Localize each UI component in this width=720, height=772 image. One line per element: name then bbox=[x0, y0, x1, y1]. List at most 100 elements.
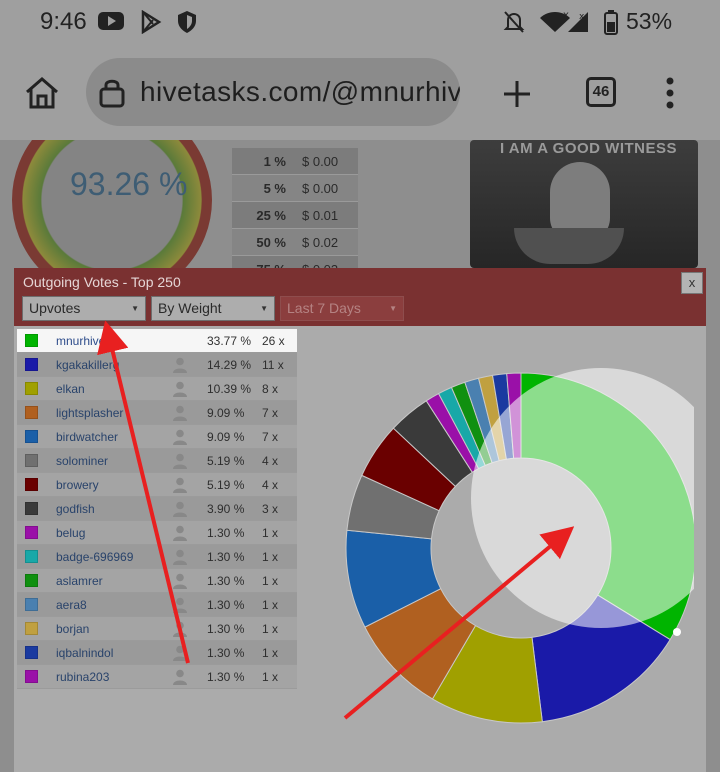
votes-donut-chart bbox=[345, 368, 694, 724]
user-icon[interactable] bbox=[166, 569, 196, 593]
voter-name-link[interactable]: kgakakillerg bbox=[56, 358, 166, 372]
plus-icon[interactable] bbox=[502, 79, 532, 109]
sort-select[interactable]: By Weight ▼ bbox=[151, 296, 275, 321]
lock-icon bbox=[99, 79, 125, 108]
user-icon[interactable] bbox=[166, 401, 196, 425]
voter-name-link[interactable]: belug bbox=[56, 526, 166, 540]
user-icon[interactable] bbox=[166, 665, 196, 689]
list-item[interactable]: rubina203 1.30 % 1 x bbox=[17, 665, 297, 689]
user-icon[interactable] bbox=[166, 521, 196, 545]
vote-percent: 9.09 % bbox=[207, 429, 245, 444]
voter-name-link[interactable]: rubina203 bbox=[56, 670, 166, 684]
voter-name-link[interactable]: mnurhiver bbox=[56, 334, 166, 348]
tab-switcher-button[interactable]: 46 bbox=[586, 77, 616, 107]
more-icon[interactable] bbox=[664, 76, 676, 110]
vote-count: 1 x bbox=[262, 573, 279, 588]
vote-percent: 5.19 % bbox=[207, 453, 245, 468]
list-item[interactable]: elkan 10.39 % 8 x bbox=[17, 377, 297, 401]
list-item[interactable]: lightsplasher 9.09 % 7 x bbox=[17, 401, 297, 425]
vote-count: 1 x bbox=[262, 645, 279, 660]
list-item[interactable]: belug 1.30 % 1 x bbox=[17, 521, 297, 545]
vote-percent: 5.19 % bbox=[207, 477, 245, 492]
voter-name-link[interactable]: aera8 bbox=[56, 598, 166, 612]
vote-percent: 1.30 % bbox=[207, 573, 245, 588]
list-item[interactable]: mnurhiver 33.77 % 26 x bbox=[17, 329, 297, 353]
vote-percent: 3.90 % bbox=[207, 501, 245, 516]
user-icon[interactable] bbox=[166, 593, 196, 617]
user-icon[interactable] bbox=[166, 545, 196, 569]
voter-name-link[interactable]: godfish bbox=[56, 502, 166, 516]
list-item[interactable]: solominer 5.19 % 4 x bbox=[17, 449, 297, 473]
color-swatch bbox=[25, 454, 38, 467]
list-item[interactable]: badge-696969 1.30 % 1 x bbox=[17, 545, 297, 569]
period-select: Last 7 Days ▼ bbox=[280, 296, 404, 321]
voter-name-link[interactable]: elkan bbox=[56, 382, 166, 396]
color-swatch bbox=[25, 502, 38, 515]
list-item[interactable]: aslamrer 1.30 % 1 x bbox=[17, 569, 297, 593]
voter-name-link[interactable]: badge-696969 bbox=[56, 550, 166, 564]
list-item[interactable]: browery 5.19 % 4 x bbox=[17, 473, 297, 497]
battery-icon bbox=[604, 10, 618, 35]
vote-count: 11 x bbox=[262, 357, 284, 372]
vote-count: 1 x bbox=[262, 621, 279, 636]
vote-type-select[interactable]: Upvotes ▼ bbox=[22, 296, 146, 321]
vote-percent: 1.30 % bbox=[207, 669, 245, 684]
color-swatch bbox=[25, 478, 38, 491]
user-icon[interactable] bbox=[166, 617, 196, 641]
color-swatch bbox=[25, 574, 38, 587]
clock: 9:46 bbox=[40, 8, 87, 35]
vote-percent: 10.39 % bbox=[207, 381, 252, 396]
home-icon[interactable] bbox=[24, 76, 60, 110]
vote-percent: 33.77 % bbox=[207, 333, 252, 348]
user-icon[interactable] bbox=[166, 497, 196, 521]
list-item[interactable]: aera8 1.30 % 1 x bbox=[17, 593, 297, 617]
voter-name-link[interactable]: birdwatcher bbox=[56, 430, 166, 444]
close-button[interactable]: x bbox=[681, 272, 703, 294]
period-value: Last 7 Days bbox=[287, 300, 361, 316]
list-item[interactable]: iqbalnindol 1.30 % 1 x bbox=[17, 641, 297, 665]
vote-count: 8 x bbox=[262, 381, 279, 396]
signal-icon: x bbox=[568, 12, 588, 32]
table-row: 50 % $ 0.02 bbox=[232, 229, 358, 256]
vote-value-table: 1 % $ 0.00 5 % $ 0.00 25 % $ 0.01 50 % $ 0.0… bbox=[232, 148, 358, 283]
user-icon[interactable] bbox=[166, 353, 196, 377]
list-item[interactable]: borjan 1.30 % 1 x bbox=[17, 617, 297, 641]
vote-percent: 1.30 % bbox=[207, 597, 245, 612]
chevron-down-icon: ▼ bbox=[260, 304, 268, 313]
vote-count: 26 x bbox=[262, 333, 285, 348]
user-icon[interactable] bbox=[166, 425, 196, 449]
meme-caption: I AM A GOOD WITNESS bbox=[500, 140, 677, 157]
vote-count: 3 x bbox=[262, 501, 279, 516]
voter-name-link[interactable]: browery bbox=[56, 478, 166, 492]
url-text: hivetasks.com/@mnurhiv bbox=[140, 76, 460, 107]
vote-percent: 9.09 % bbox=[207, 405, 245, 420]
dialog-header: Outgoing Votes - Top 250 x Upvotes ▼ By … bbox=[14, 268, 706, 326]
chevron-down-icon: ▼ bbox=[131, 304, 139, 313]
user-icon[interactable] bbox=[166, 473, 196, 497]
list-item[interactable]: kgakakillerg 14.29 % 11 x bbox=[17, 353, 297, 377]
address-bar[interactable]: hivetasks.com/@mnurhiv bbox=[86, 58, 460, 126]
voter-name-link[interactable]: aslamrer bbox=[56, 574, 166, 588]
voter-name-link[interactable]: borjan bbox=[56, 622, 166, 636]
user-icon[interactable] bbox=[166, 377, 196, 401]
user-icon[interactable] bbox=[166, 449, 196, 473]
color-swatch bbox=[25, 646, 38, 659]
voter-name-link[interactable]: iqbalnindol bbox=[56, 646, 166, 660]
user-icon[interactable] bbox=[166, 641, 196, 665]
dialog-title: Outgoing Votes - Top 250 bbox=[23, 274, 181, 290]
vote-percent: 1.30 % bbox=[207, 549, 245, 564]
vote-percent: 1.30 % bbox=[207, 645, 245, 660]
vote-type-value: Upvotes bbox=[29, 300, 81, 316]
witness-meme-image: I AM A GOOD WITNESS bbox=[470, 140, 698, 268]
voter-name-link[interactable]: lightsplasher bbox=[56, 406, 166, 420]
chevron-down-icon: ▼ bbox=[389, 304, 397, 313]
youtube-icon bbox=[98, 12, 124, 30]
color-swatch bbox=[25, 382, 38, 395]
meme-bowl bbox=[514, 228, 624, 264]
list-item[interactable]: birdwatcher 9.09 % 7 x bbox=[17, 425, 297, 449]
outgoing-votes-dialog: Outgoing Votes - Top 250 x Upvotes ▼ By … bbox=[14, 268, 706, 772]
list-item[interactable]: godfish 3.90 % 3 x bbox=[17, 497, 297, 521]
voter-name-link[interactable]: solominer bbox=[56, 454, 166, 468]
vote-count: 7 x bbox=[262, 429, 279, 444]
table-row: 1 % $ 0.00 bbox=[232, 148, 358, 175]
